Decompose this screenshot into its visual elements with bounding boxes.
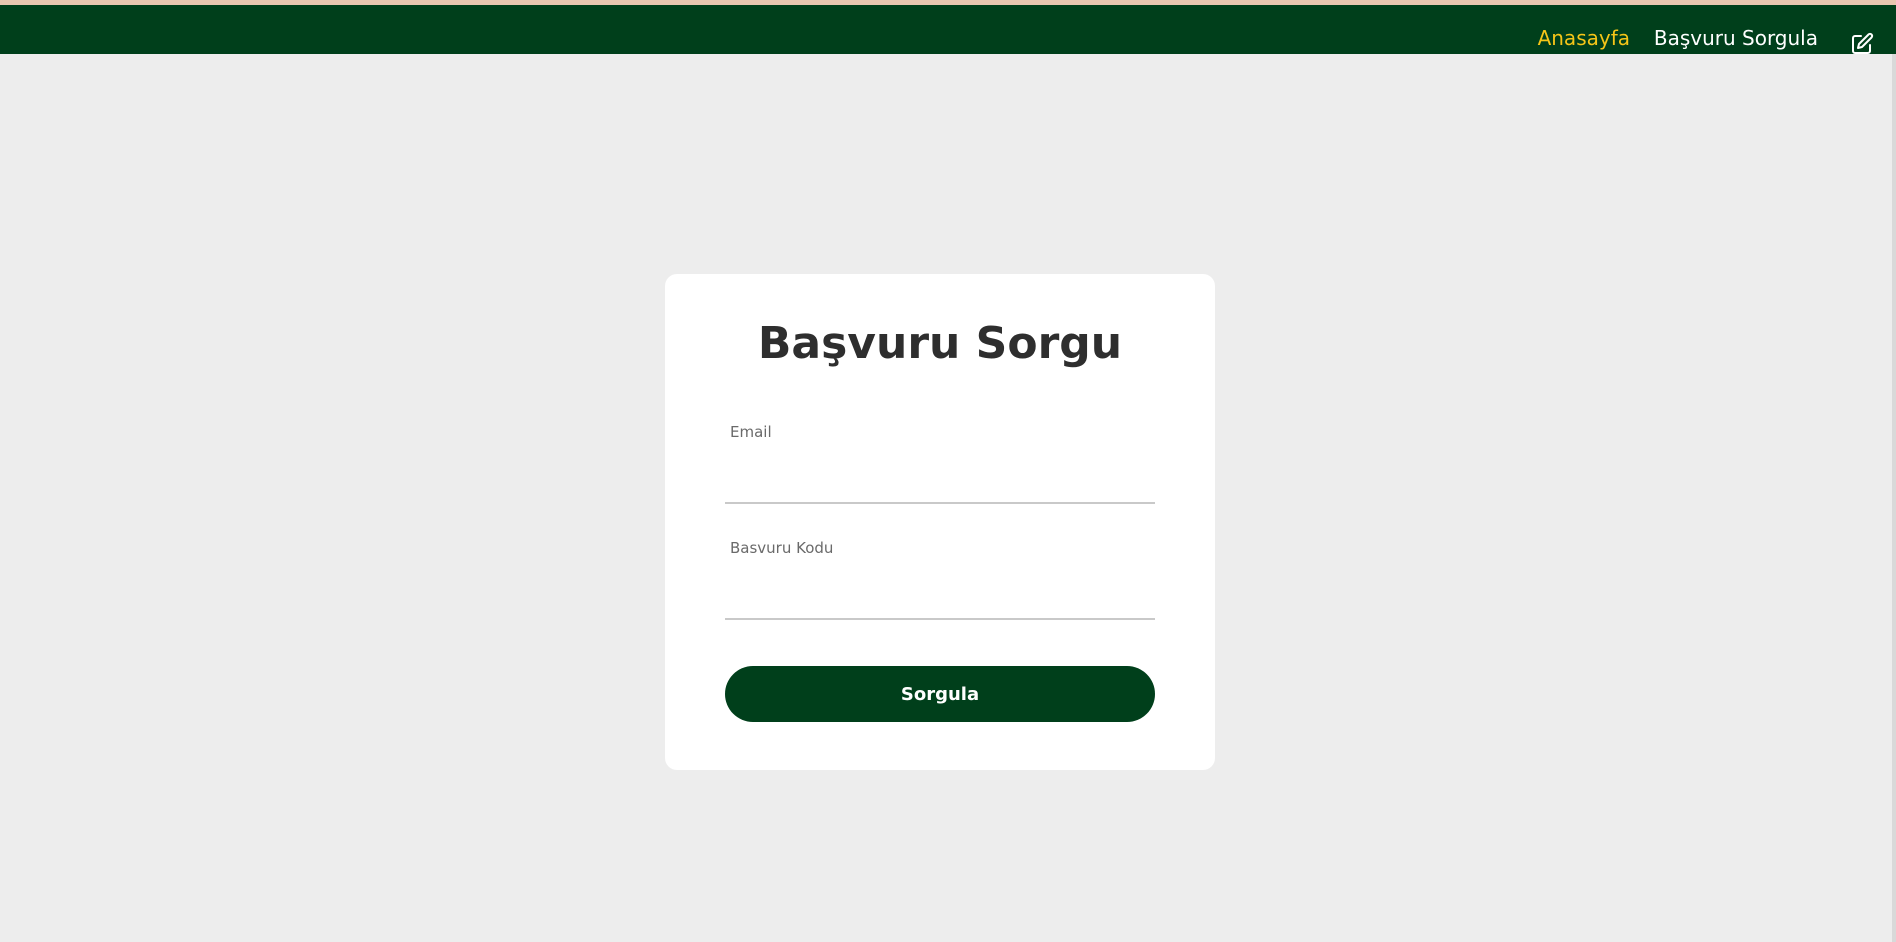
application-code-label: Basvuru Kodu [730,539,834,557]
navbar: Anasayfa Başvuru Sorgula [0,5,1896,54]
email-label: Email [730,423,772,441]
nav-link-application-query[interactable]: Başvuru Sorgula [1654,26,1818,50]
scrollbar-track[interactable] [1892,54,1896,942]
email-input[interactable] [725,470,1155,504]
edit-icon[interactable] [1850,32,1874,56]
form-title: Başvuru Sorgu [757,318,1123,369]
query-submit-button[interactable]: Sorgula [725,666,1155,722]
query-card: Başvuru Sorgu Email Basvuru Kodu Sorgula [665,274,1215,770]
application-code-input[interactable] [725,586,1155,620]
nav-link-home[interactable]: Anasayfa [1538,26,1630,50]
